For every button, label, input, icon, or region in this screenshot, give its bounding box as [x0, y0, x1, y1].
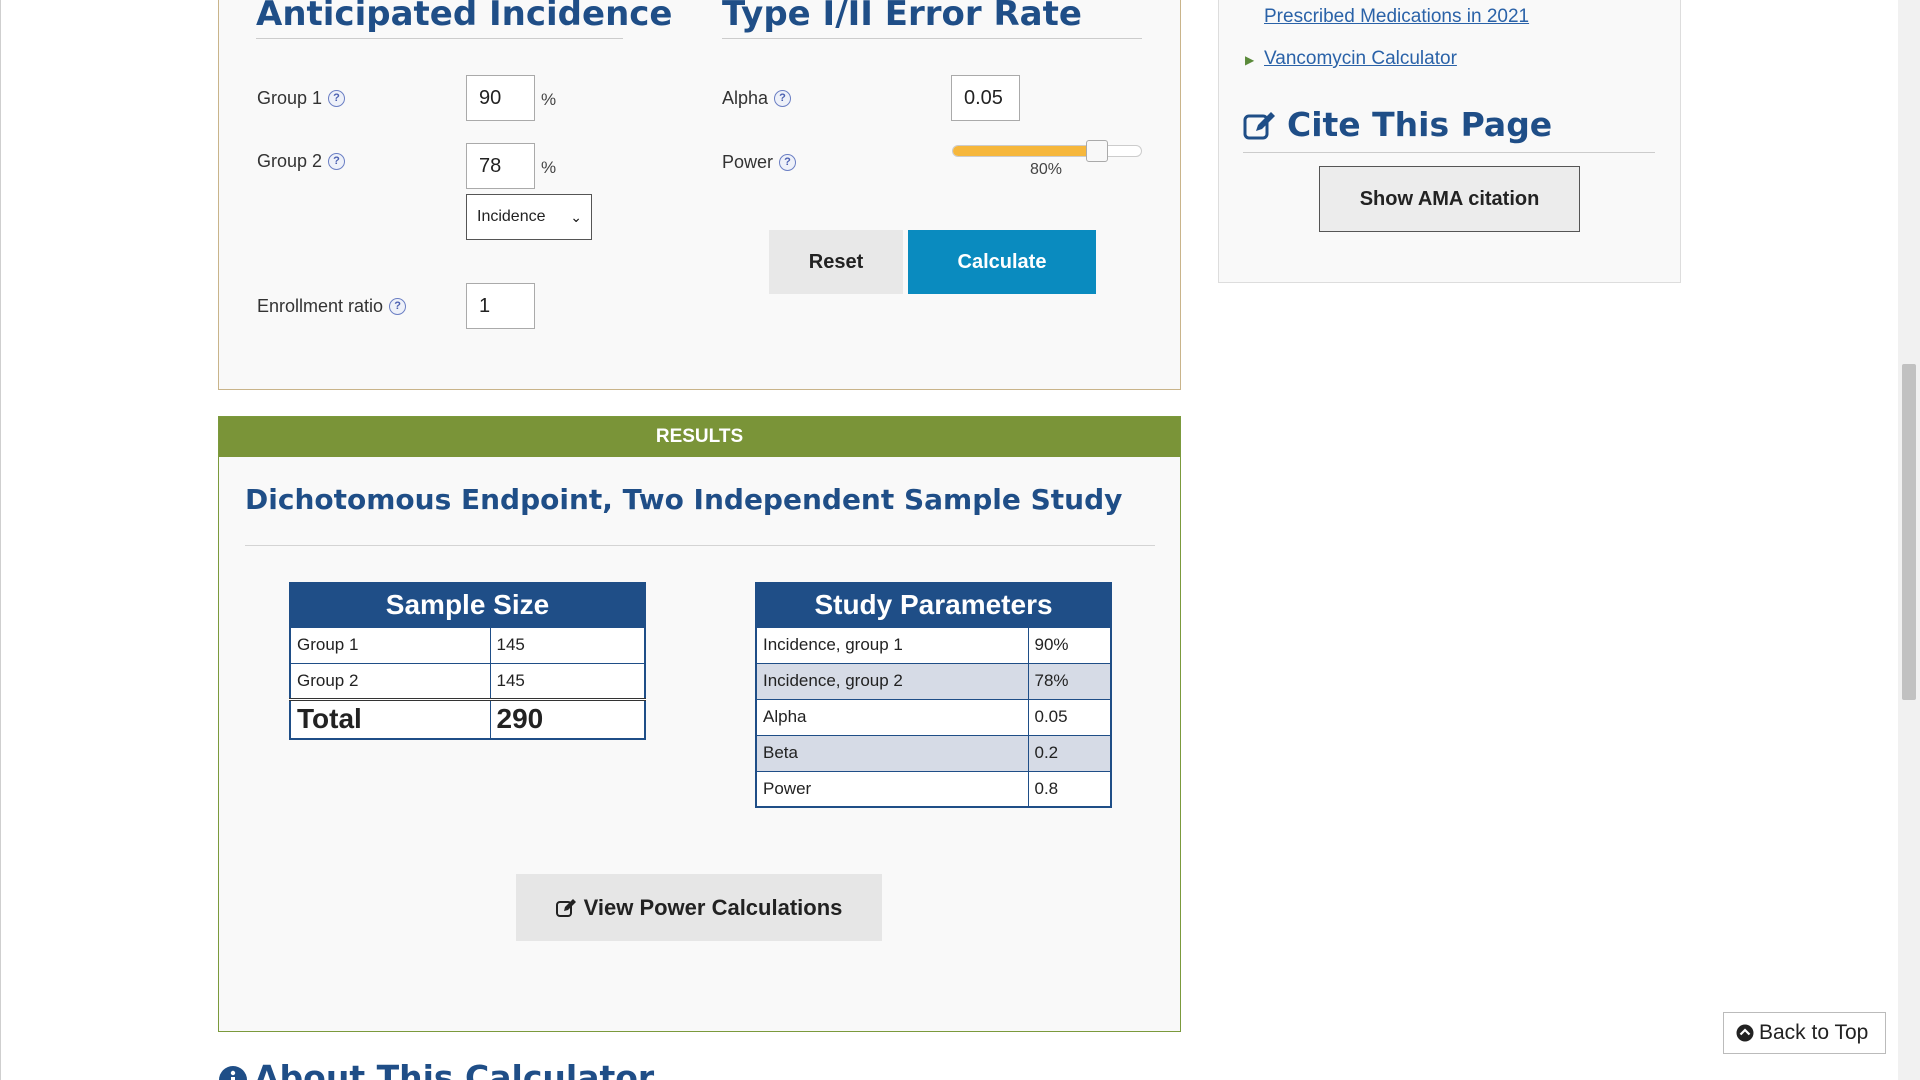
calculator-panel [218, 0, 1181, 390]
scrollbar-thumb[interactable] [1902, 364, 1916, 700]
reset-button[interactable]: Reset [769, 230, 903, 294]
calculate-button[interactable]: Calculate [908, 230, 1096, 294]
group2-label: Group 2? [257, 151, 346, 172]
view-power-calculations-button[interactable]: View Power Calculations [516, 874, 882, 941]
table-row: Beta 0.2 [755, 734, 1112, 772]
cite-this-page-title: Cite This Page [1287, 105, 1553, 144]
info-icon [219, 1066, 247, 1080]
edit-icon [1243, 112, 1275, 140]
results-title: Dichotomous Endpoint, Two Independent Sa… [245, 483, 1123, 516]
alpha-label-text: Alpha [722, 88, 769, 108]
arrow-up-circle-icon [1736, 1024, 1754, 1042]
incidence-title-rule [256, 38, 623, 39]
table-cell-label: Incidence, group 2 [755, 662, 1029, 700]
group1-label-text: Group 1 [257, 88, 323, 108]
table-cell-label: Power [755, 770, 1029, 808]
table-cell-value: 78% [1027, 662, 1112, 700]
table-cell-value: 90% [1027, 626, 1112, 664]
sidebar-link-prescribed-medications[interactable]: Prescribed Medications in 2021 [1264, 6, 1529, 28]
results-panel: RESULTS Dichotomous Endpoint, Two Indepe… [218, 416, 1181, 1032]
table-row: Group 2 145 [289, 662, 646, 700]
table-row: Alpha 0.05 [755, 698, 1112, 736]
table-row: Incidence, group 1 90% [755, 626, 1112, 664]
power-slider-fill [953, 146, 1098, 156]
group2-label-text: Group 2 [257, 151, 323, 171]
incidence-type-selected: Incidence [477, 208, 546, 225]
table-row: Incidence, group 2 78% [755, 662, 1112, 700]
total-value: 290 [489, 697, 646, 740]
help-icon[interactable]: ? [328, 152, 346, 170]
enrollment-ratio-label: Enrollment ratio? [257, 296, 407, 317]
table-cell-value: 0.2 [1027, 734, 1112, 772]
table-cell-value: 0.05 [1027, 698, 1112, 736]
sidebar-link-vancomycin[interactable]: Vancomycin Calculator [1264, 48, 1457, 70]
table-cell-value: 0.8 [1027, 770, 1112, 808]
help-icon[interactable]: ? [328, 89, 346, 107]
sample-size-table-title: Sample Size [290, 583, 645, 627]
about-section-title: About This Calculator [254, 1058, 655, 1080]
incidence-section-title: Anticipated Incidence [256, 0, 673, 34]
group2-unit: % [541, 158, 557, 177]
incidence-type-select[interactable]: Incidence ⌄ [466, 194, 592, 240]
group1-unit: % [541, 90, 557, 109]
table-cell-label: Group 2 [289, 662, 491, 700]
results-title-rule [245, 545, 1155, 546]
group1-label: Group 1? [257, 88, 346, 109]
total-label: Total [289, 697, 491, 740]
page-edge [0, 0, 1, 1080]
table-cell-label: Alpha [755, 698, 1029, 736]
table-cell-label: Group 1 [289, 626, 491, 664]
help-icon[interactable]: ? [779, 153, 797, 171]
back-to-top-label: Back to Top [1759, 1021, 1869, 1044]
help-icon[interactable]: ? [774, 89, 792, 107]
table-cell-value: 145 [489, 662, 646, 700]
show-ama-citation-button[interactable]: Show AMA citation [1319, 166, 1580, 232]
table-cell-label: Incidence, group 1 [755, 626, 1029, 664]
table-cell-value: 145 [489, 626, 646, 664]
alpha-label: Alpha? [722, 88, 792, 109]
view-power-calculations-label: View Power Calculations [583, 894, 843, 920]
error-rate-section-title: Type I/II Error Rate [722, 0, 1082, 34]
power-label-text: Power [722, 152, 774, 172]
chevron-down-icon: ⌄ [570, 209, 582, 225]
edit-icon [555, 898, 576, 917]
alpha-input[interactable] [951, 75, 1020, 121]
table-cell-label: Beta [755, 734, 1029, 772]
table-row: Group 1 145 [289, 626, 646, 664]
enrollment-ratio-input[interactable] [466, 283, 535, 329]
cite-title-rule [1243, 152, 1655, 153]
study-parameters-table: Study Parameters Incidence, group 1 90% … [755, 582, 1112, 808]
table-row-total: Total 290 [289, 697, 646, 740]
help-icon[interactable]: ? [389, 297, 407, 315]
triangle-right-icon: ▶ [1245, 53, 1255, 67]
power-label: Power? [722, 152, 797, 173]
error-rate-title-rule [722, 38, 1142, 39]
sample-size-table: Sample Size Group 1 145 Group 2 145 Tota… [289, 582, 646, 740]
group1-input[interactable] [466, 75, 535, 121]
back-to-top-button[interactable]: Back to Top [1723, 1012, 1886, 1054]
power-value: 80% [1030, 161, 1063, 178]
table-row: Power 0.8 [755, 770, 1112, 808]
power-slider-handle[interactable] [1086, 140, 1108, 162]
study-parameters-table-title: Study Parameters [756, 583, 1111, 627]
enrollment-ratio-label-text: Enrollment ratio [257, 296, 384, 316]
power-slider[interactable] [952, 145, 1142, 157]
results-header: RESULTS [219, 417, 1180, 457]
group2-input[interactable] [466, 143, 535, 189]
